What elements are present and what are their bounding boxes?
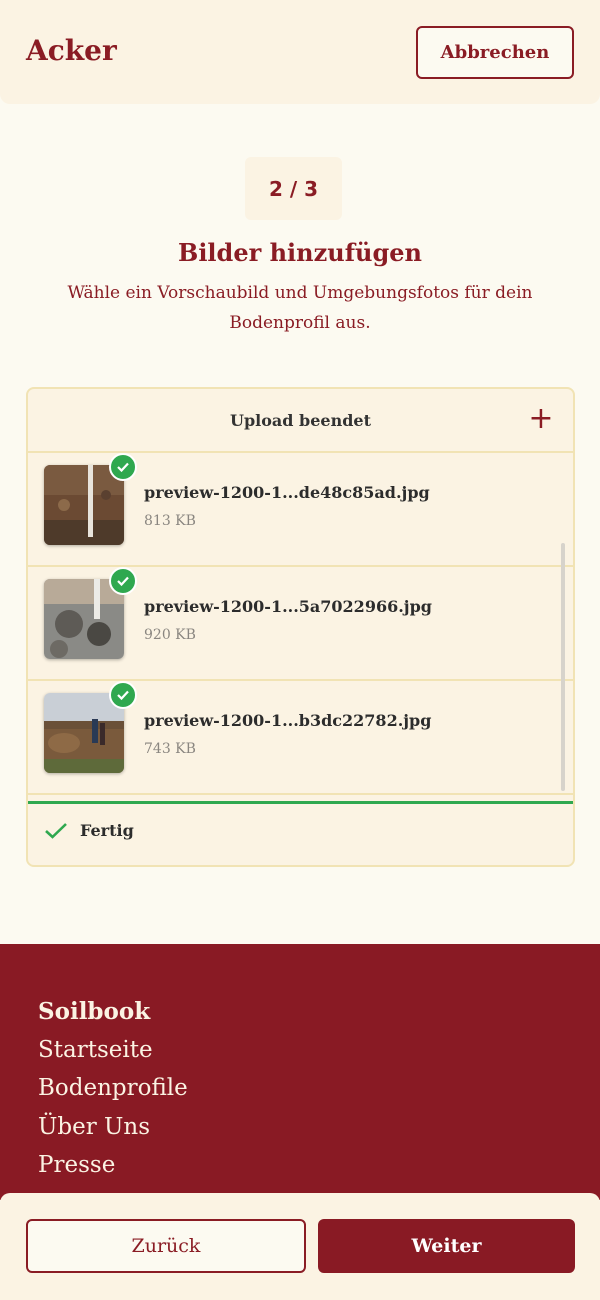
checkmark-icon [45, 822, 67, 839]
action-bar: Zurück Weiter [0, 1193, 600, 1300]
step-indicator: 2 / 3 [245, 157, 342, 220]
file-item: preview-1200-1...b3dc22782.jpg 743 KB [28, 681, 573, 795]
file-name: preview-1200-1...b3dc22782.jpg [144, 711, 432, 730]
file-list-scrollbar[interactable] [561, 543, 565, 791]
file-size: 743 KB [144, 741, 196, 757]
plus-icon[interactable]: + [527, 404, 555, 434]
footer-link-ueber-uns[interactable]: Über Uns [38, 1114, 150, 1140]
app-header: Acker Abbrechen [0, 0, 600, 104]
check-circle-icon [109, 567, 137, 595]
footer-link-startseite[interactable]: Startseite [38, 1037, 153, 1063]
file-item: preview-1200-1...de48c85ad.jpg 813 KB [28, 453, 573, 567]
file-thumbnail [44, 465, 124, 545]
page-subtitle: Wähle ein Vorschaubild und Umgebungsfoto… [67, 283, 533, 333]
file-item: preview-1200-1...5a7022966.jpg 920 KB [28, 567, 573, 681]
back-button[interactable]: Zurück [26, 1219, 306, 1273]
done-label: Fertig [80, 821, 134, 840]
footer-brand[interactable]: Soilbook [38, 998, 150, 1025]
upload-header: Upload beendet + [28, 389, 573, 453]
file-name: preview-1200-1...5a7022966.jpg [144, 597, 432, 616]
upload-progress-bar [28, 801, 573, 804]
footer-link-bodenprofile[interactable]: Bodenprofile [38, 1075, 188, 1101]
footer-link-presse[interactable]: Presse [38, 1152, 115, 1178]
file-size: 920 KB [144, 627, 196, 643]
site-footer: Soilbook Startseite Bodenprofile Über Un… [0, 944, 600, 1200]
check-circle-icon [109, 681, 137, 709]
file-name: preview-1200-1...de48c85ad.jpg [144, 483, 430, 502]
upload-status: Upload beendet [230, 410, 371, 430]
app-title: Acker [26, 34, 117, 67]
page-title: Bilder hinzufügen [178, 238, 422, 267]
file-thumbnail [44, 693, 124, 773]
file-thumbnail [44, 579, 124, 659]
file-size: 813 KB [144, 513, 196, 529]
upload-panel: Upload beendet + preview-1200-1...de48c8… [26, 387, 575, 867]
upload-done-row: Fertig [44, 821, 134, 840]
next-button[interactable]: Weiter [318, 1219, 575, 1273]
check-circle-icon [109, 453, 137, 481]
file-list[interactable]: preview-1200-1...de48c85ad.jpg 813 KB pr… [28, 453, 573, 801]
cancel-button[interactable]: Abbrechen [416, 26, 574, 79]
